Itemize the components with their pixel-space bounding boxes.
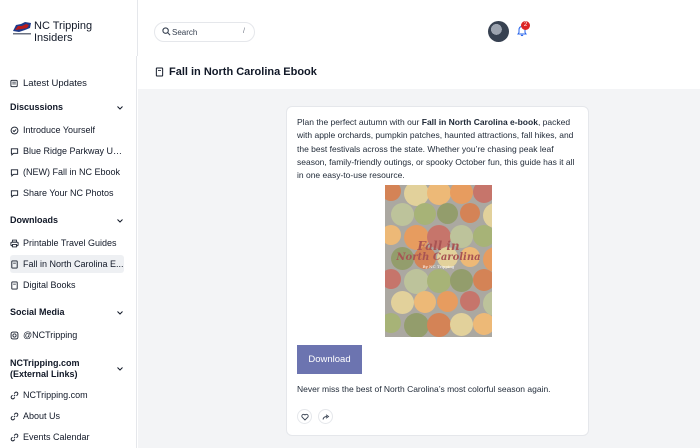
sidebar-item-fall-nc-ebook[interactable]: (NEW) Fall in NC Ebook xyxy=(10,163,124,181)
pumpkin-shape xyxy=(437,291,458,312)
check-circle-icon xyxy=(10,126,19,134)
link-icon xyxy=(10,412,19,420)
sidebar-item-fall-nc-ebook-download[interactable]: Fall in North Carolina E... xyxy=(10,255,124,273)
share-button[interactable] xyxy=(318,409,333,424)
chat-icon xyxy=(10,189,19,198)
sidebar-item-label: Introduce Yourself xyxy=(23,125,96,135)
nc-logo-icon[interactable] xyxy=(12,20,32,36)
sidebar-item-label: Latest Updates xyxy=(23,77,87,89)
pumpkin-shape xyxy=(473,269,492,291)
cover-byline: By NC Tripping xyxy=(422,264,455,269)
search-input[interactable]: Search / xyxy=(154,22,255,42)
page-header: Fall in North Carolina Ebook xyxy=(138,56,700,89)
section-social-media[interactable]: Social Media xyxy=(10,307,124,318)
pumpkin-shape xyxy=(414,291,436,313)
pumpkin-shape xyxy=(473,185,492,203)
sidebar-item-digital-books[interactable]: Digital Books xyxy=(10,276,124,294)
post-card: Plan the perfect autumn with our Fall in… xyxy=(286,106,589,436)
chevron-down-icon xyxy=(117,219,123,223)
pumpkin-shape xyxy=(385,185,401,201)
sidebar-item-label: @NCTripping xyxy=(23,330,78,340)
heart-icon xyxy=(301,413,309,421)
pumpkin-shape xyxy=(450,313,473,336)
sidebar-item-label: Printable Travel Guides xyxy=(23,238,117,248)
search-icon xyxy=(162,27,171,36)
pumpkin-shape xyxy=(391,291,414,314)
pumpkin-shape xyxy=(414,203,436,225)
pumpkin-shape xyxy=(385,269,401,289)
section-discussions[interactable]: Discussions xyxy=(10,102,124,113)
pumpkin-shape xyxy=(437,203,458,224)
sidebar-item-nctripping-com[interactable]: NCTripping.com xyxy=(10,386,124,404)
intro-bold-text: Fall in North Carolina e-book xyxy=(421,117,538,127)
pumpkin-shape xyxy=(473,313,492,335)
pumpkin-shape xyxy=(427,269,451,293)
book-icon xyxy=(11,280,18,290)
sidebar-item-label: NCTripping.com xyxy=(23,390,88,400)
brand-name[interactable]: NC Tripping Insiders xyxy=(34,20,124,44)
search-placeholder: Search xyxy=(172,28,198,37)
section-label: Downloads xyxy=(10,215,59,225)
sidebar-item-events-calendar[interactable]: Events Calendar xyxy=(10,428,124,446)
chat-icon xyxy=(10,147,19,156)
pumpkin-shape xyxy=(450,269,473,292)
sidebar: Latest Updates Discussions Introduce You… xyxy=(0,56,137,448)
sidebar-item-label: Fall in North Carolina E... xyxy=(23,259,124,269)
pumpkin-shape xyxy=(460,291,480,311)
pumpkin-shape xyxy=(404,313,429,337)
sidebar-item-introduce-yourself[interactable]: Introduce Yourself xyxy=(10,121,124,139)
tagline-text: Never miss the best of North Carolina’s … xyxy=(297,384,551,394)
pumpkin-shape xyxy=(385,313,401,333)
pumpkin-shape xyxy=(460,203,480,223)
avatar[interactable] xyxy=(488,21,509,42)
printer-icon xyxy=(10,239,19,247)
sidebar-item-label: Blue Ridge Parkway Up... xyxy=(23,146,124,156)
sidebar-item-label: Digital Books xyxy=(23,280,76,290)
search-shortcut: / xyxy=(243,28,245,35)
sidebar-item-label: (NEW) Fall in NC Ebook xyxy=(23,167,121,177)
main-content: Fall in North Carolina Ebook Plan the pe… xyxy=(138,56,700,448)
sidebar-item-instagram[interactable]: @NCTripping xyxy=(10,326,124,344)
pumpkin-shape xyxy=(450,185,473,204)
section-label: Discussions xyxy=(10,102,64,112)
instagram-icon xyxy=(10,331,19,339)
section-external-links[interactable]: NCTripping.com (External Links) xyxy=(10,358,124,380)
ebook-cover-image[interactable]: Fall in North Carolina By NC Tripping xyxy=(385,185,492,337)
sidebar-item-about-us[interactable]: About Us xyxy=(10,407,124,425)
chevron-down-icon xyxy=(117,106,123,110)
book-icon xyxy=(155,67,164,77)
chat-icon xyxy=(10,168,19,177)
book-icon xyxy=(11,259,18,269)
cover-title-line2: North Carolina xyxy=(396,252,481,263)
section-label: NCTripping.com (External Links) xyxy=(10,358,80,379)
link-icon xyxy=(10,391,19,399)
section-downloads[interactable]: Downloads xyxy=(10,215,124,226)
sidebar-item-blue-ridge[interactable]: Blue Ridge Parkway Up... xyxy=(10,142,124,160)
pumpkin-shape xyxy=(427,185,451,205)
chevron-down-icon xyxy=(117,311,123,315)
notification-badge: 2 xyxy=(521,21,530,30)
pumpkin-shape xyxy=(391,203,414,226)
pumpkin-shape xyxy=(427,313,451,337)
cover-title-line1: Fall in xyxy=(417,239,460,253)
intro-text: Plan the perfect autumn with our xyxy=(297,117,422,127)
sidebar-item-label: Share Your NC Photos xyxy=(23,188,114,198)
link-icon xyxy=(10,433,19,441)
sidebar-item-latest-updates[interactable]: Latest Updates xyxy=(10,74,124,92)
share-arrow-icon xyxy=(322,414,330,420)
post-body: Plan the perfect autumn with our Fall in… xyxy=(297,116,582,182)
sidebar-item-label: About Us xyxy=(23,411,61,421)
newspaper-icon xyxy=(10,79,18,87)
sidebar-item-share-photos[interactable]: Share Your NC Photos xyxy=(10,184,124,202)
sidebar-item-label: Events Calendar xyxy=(23,432,90,442)
section-label: Social Media xyxy=(10,307,65,317)
like-button[interactable] xyxy=(297,409,312,424)
page-title: Fall in North Carolina Ebook xyxy=(169,66,317,78)
download-button[interactable]: Download xyxy=(297,345,362,374)
sidebar-item-printable-guides[interactable]: Printable Travel Guides xyxy=(10,234,124,252)
divider xyxy=(137,0,138,56)
top-bar: NC Tripping Insiders Search / 2 xyxy=(0,0,700,56)
chevron-down-icon xyxy=(117,367,123,371)
